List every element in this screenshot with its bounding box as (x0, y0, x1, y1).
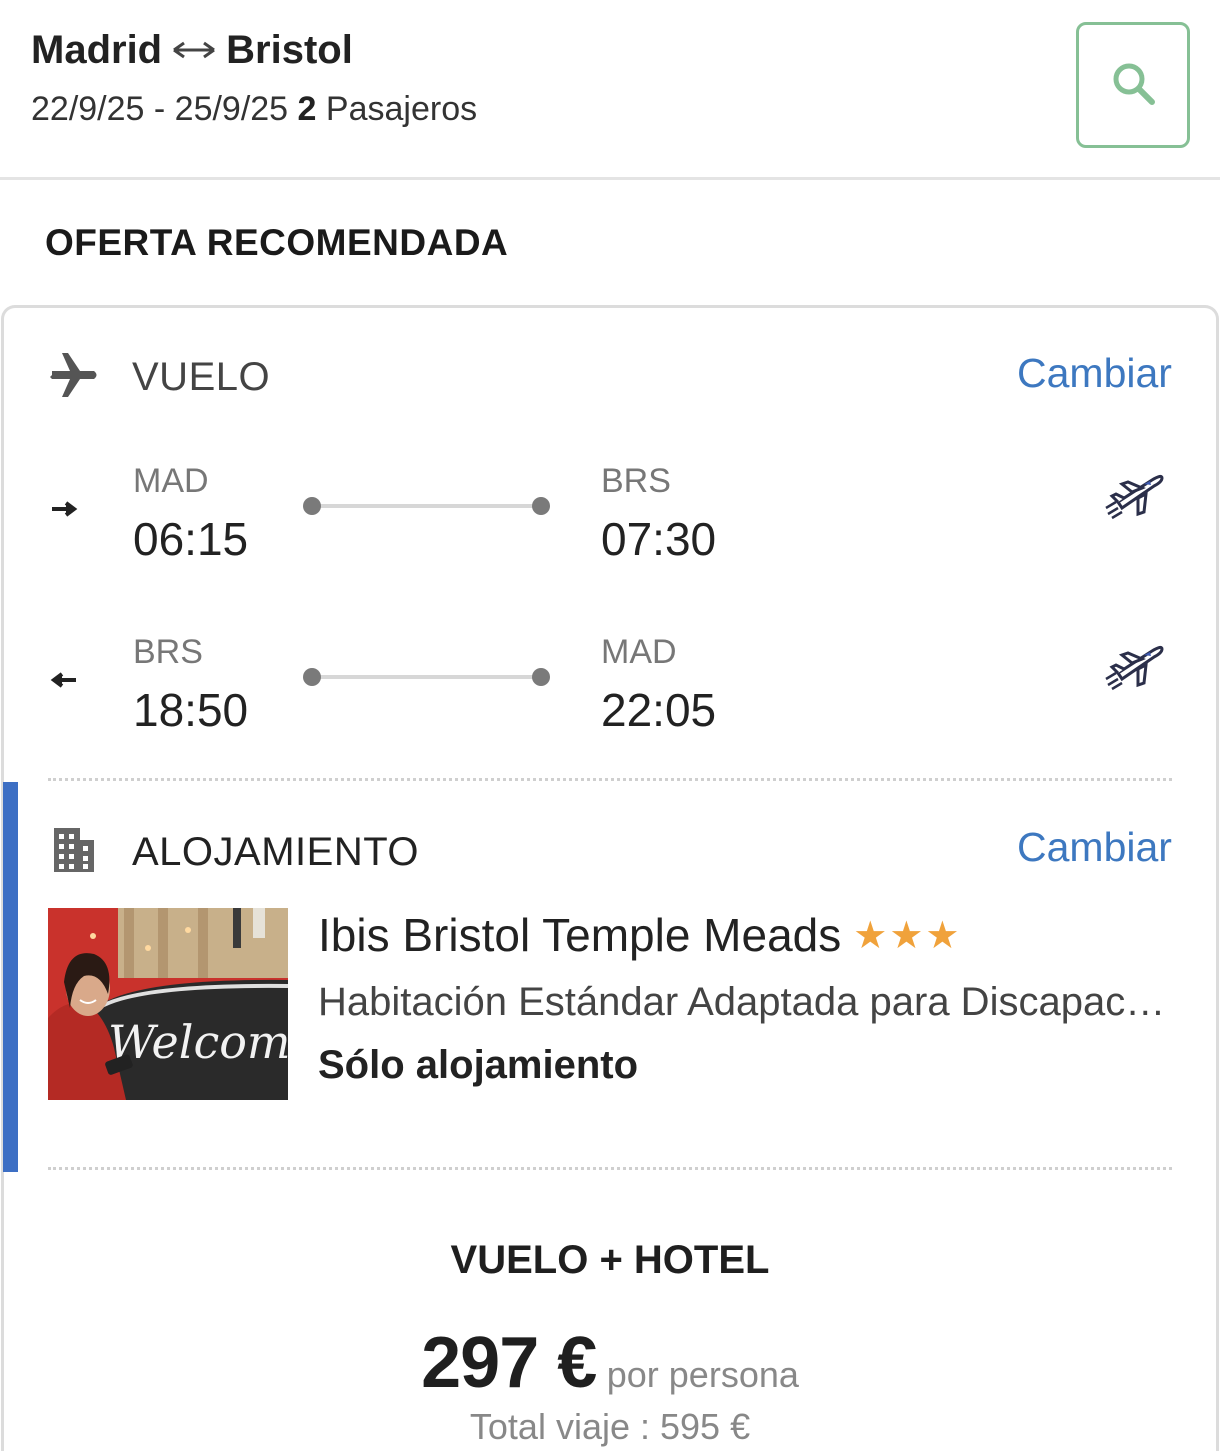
arrival-airport: MAD (601, 633, 677, 671)
passenger-label: Pasajeros (325, 90, 478, 128)
departure-time: 18:50 (133, 684, 249, 736)
price-row: 297 € por persona (0, 1322, 1220, 1404)
search-icon (1110, 60, 1156, 111)
airline-plane-icon (1104, 468, 1166, 525)
selected-section-indicator (3, 782, 18, 1172)
airline-plane-icon (1104, 639, 1166, 696)
route-start-dot (303, 497, 321, 515)
flight-route-line (311, 675, 541, 679)
star-rating-icon: ★★★ (853, 914, 962, 957)
per-person-label: por persona (606, 1354, 799, 1395)
flight-section-label: VUELO (132, 355, 271, 399)
hotel-name[interactable]: Ibis Bristol Temple Meads ★★★ (318, 908, 961, 962)
arrival-time: 07:30 (601, 513, 717, 565)
flight-leg-return[interactable]: BRS 18:50 MAD 22:05 (0, 631, 1220, 741)
trip-details: 22/9/25 - 25/9/25 2 Pasajeros (31, 90, 477, 129)
destination-city: Bristol (226, 28, 353, 72)
departure-airport: BRS (133, 633, 203, 671)
building-icon (52, 826, 132, 879)
section-divider (48, 1167, 1172, 1170)
package-title: VUELO + HOTEL (450, 1238, 770, 1282)
accommodation-section-label: ALOJAMIENTO (132, 830, 420, 874)
accommodation-section-header: ALOJAMIENTO (52, 826, 419, 879)
arrival-time: 22:05 (601, 684, 717, 736)
hotel-name-text: Ibis Bristol Temple Meads (318, 909, 842, 961)
offer-title: OFERTA RECOMENDADA (45, 222, 509, 263)
departure-airport: MAD (133, 462, 209, 500)
origin-city: Madrid (31, 28, 163, 72)
airplane-icon (48, 350, 132, 405)
route-title: Madrid Bristol (31, 28, 353, 73)
trip-dates: 22/9/25 - 25/9/25 (31, 90, 289, 128)
roundtrip-arrow-icon (172, 31, 216, 70)
board-type: Sólo alojamiento (318, 1043, 639, 1087)
price-per-person: 297 € (421, 1323, 597, 1403)
arrival-airport: BRS (601, 462, 671, 500)
route-end-dot (532, 668, 550, 686)
search-summary-header: Madrid Bristol 22/9/25 - 25/9/25 2 Pasaj… (0, 0, 1220, 180)
flight-section-header: VUELO (48, 350, 270, 405)
total-price: Total viaje : 595 € (469, 1406, 751, 1447)
flight-leg-outbound[interactable]: MAD 06:15 BRS 07:30 (0, 460, 1220, 570)
passenger-count: 2 (297, 90, 317, 128)
arrow-left-icon (50, 671, 78, 694)
hotel-photo[interactable]: Welcome (48, 908, 288, 1100)
change-hotel-link[interactable]: Cambiar (1017, 824, 1172, 871)
search-button[interactable] (1076, 22, 1190, 148)
flight-route-line (311, 504, 541, 508)
section-divider (48, 778, 1172, 781)
arrow-right-icon (50, 500, 78, 523)
welcome-sign-text: Welcome (108, 1015, 288, 1069)
route-start-dot (303, 668, 321, 686)
room-type: Habitación Estándar Adaptada para Discap… (318, 980, 1168, 1024)
route-end-dot (532, 497, 550, 515)
change-flight-link[interactable]: Cambiar (1017, 350, 1172, 397)
departure-time: 06:15 (133, 513, 249, 565)
